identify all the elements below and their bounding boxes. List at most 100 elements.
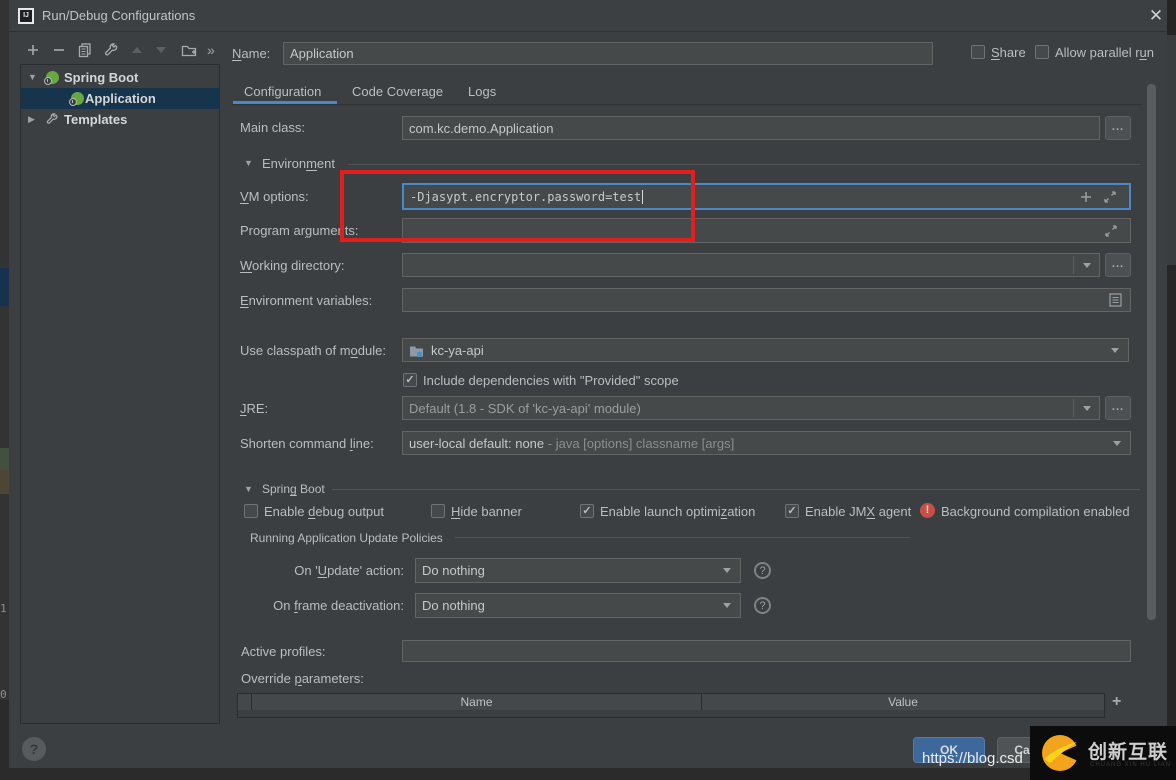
- chevron-down-icon[interactable]: ▼: [28, 72, 37, 82]
- add-icon[interactable]: [25, 42, 41, 58]
- table-body: [237, 710, 1105, 718]
- configurations-tree: ▼ Spring Boot Application ▶ Templates: [20, 64, 220, 724]
- enable-debug-output-label: Enable debug output: [264, 504, 385, 519]
- combo-divider: [1073, 256, 1074, 274]
- watermark-brand: 创新互联: [1088, 742, 1169, 763]
- section-rule: [455, 537, 910, 538]
- chevron-right-icon[interactable]: ▶: [28, 114, 35, 125]
- on-update-action-value: Do nothing: [422, 563, 485, 578]
- close-icon[interactable]: ✕: [1143, 5, 1169, 27]
- tree-item-spring-boot[interactable]: ▼ Spring Boot: [22, 67, 218, 88]
- active-profiles-label: Active profiles:: [241, 644, 326, 659]
- background-right-strip: [1167, 265, 1176, 780]
- allow-parallel-run-checkbox[interactable]: [1035, 45, 1049, 59]
- spring-boot-icon: [44, 71, 59, 85]
- tab-code-coverage[interactable]: Code Coverage: [352, 84, 443, 99]
- table-header-value[interactable]: Value: [701, 693, 1105, 711]
- add-parameter-icon[interactable]: +: [1112, 693, 1121, 711]
- active-profiles-input[interactable]: [402, 640, 1131, 662]
- main-class-input[interactable]: com.kc.demo.Application: [402, 116, 1100, 140]
- jre-value: Default (1.8 - SDK of 'kc-ya-api' module…: [409, 400, 641, 416]
- section-rule: [332, 489, 1140, 490]
- chevron-down-icon[interactable]: [1083, 406, 1091, 411]
- tree-item-label: Templates: [64, 112, 128, 127]
- environment-section-header[interactable]: Environment: [262, 156, 335, 171]
- name-input[interactable]: Application: [283, 42, 933, 65]
- hide-banner-checkbox[interactable]: [431, 504, 445, 518]
- background-left-strip: 1 0: [0, 0, 9, 780]
- edit-templates-icon[interactable]: [103, 42, 119, 58]
- module-combobox[interactable]: kc-ya-api: [402, 338, 1129, 362]
- vertical-scrollbar[interactable]: [1147, 84, 1156, 620]
- module-classpath-label: Use classpath of module:: [240, 343, 386, 358]
- on-frame-deactivation-combobox[interactable]: Do nothing: [415, 593, 741, 618]
- screen: 1 0 IJ Run/Debug Configurations ✕ » ▼ Sp…: [0, 0, 1176, 780]
- background-block: [0, 470, 9, 494]
- vm-options-label: VM options:: [240, 189, 309, 204]
- help-button[interactable]: ?: [22, 737, 46, 761]
- enable-jmx-agent-label: Enable JMX agent: [805, 504, 912, 519]
- jre-combobox[interactable]: Default (1.8 - SDK of 'kc-ya-api' module…: [402, 396, 1100, 420]
- main-class-browse-button[interactable]: ...: [1105, 116, 1131, 140]
- remove-icon[interactable]: [51, 42, 67, 58]
- working-directory-input[interactable]: [402, 253, 1100, 277]
- jre-browse-button[interactable]: ...: [1105, 396, 1131, 420]
- tab-configuration[interactable]: Configuration: [244, 84, 321, 99]
- background-block: [0, 700, 9, 780]
- chevron-down-icon[interactable]: [723, 603, 731, 608]
- expand-icon[interactable]: [1103, 190, 1117, 207]
- working-directory-label: Working directory:: [240, 258, 345, 273]
- tree-item-application[interactable]: Application: [21, 88, 219, 109]
- new-folder-icon[interactable]: [181, 42, 197, 58]
- chevron-down-icon[interactable]: ▼: [244, 158, 253, 168]
- jre-label: JRE:: [240, 401, 269, 416]
- table-header-selector: [237, 693, 252, 711]
- table-header-name[interactable]: Name: [251, 693, 702, 711]
- shorten-value-primary: user-local default: none: [409, 435, 545, 451]
- editor-line-number: 0: [0, 688, 7, 701]
- enable-launch-optimization-checkbox[interactable]: ✓: [580, 504, 594, 518]
- tab-logs[interactable]: Logs: [468, 84, 496, 99]
- chevron-down-icon[interactable]: [1111, 348, 1119, 353]
- name-value: Application: [290, 46, 354, 61]
- on-frame-deactivation-label: On frame deactivation:: [273, 598, 404, 613]
- browse-list-icon[interactable]: [1109, 293, 1122, 310]
- wrench-icon: [45, 112, 59, 129]
- watermark-subtitle: CHUANG XIN HU LIAN: [1090, 762, 1172, 768]
- chevron-down-icon[interactable]: ▼: [244, 484, 253, 494]
- copy-icon[interactable]: [77, 42, 93, 58]
- annotation-red-box: [340, 170, 695, 242]
- help-icon[interactable]: ?: [754, 597, 771, 614]
- chevron-down-icon[interactable]: [1083, 263, 1091, 268]
- help-icon[interactable]: ?: [754, 562, 771, 579]
- environment-variables-label: Environment variables:: [240, 293, 373, 308]
- on-frame-deactivation-value: Do nothing: [422, 598, 485, 613]
- tab-separator: [232, 104, 1143, 105]
- on-update-action-label: On 'Update' action:: [294, 563, 404, 578]
- chevron-down-icon[interactable]: [723, 568, 731, 573]
- environment-variables-input[interactable]: [402, 288, 1131, 312]
- more-icon[interactable]: »: [207, 42, 223, 58]
- move-up-icon[interactable]: [129, 42, 145, 58]
- watermark-logo-icon: [1040, 733, 1080, 778]
- intellij-logo-icon: IJ: [18, 8, 34, 24]
- move-down-icon[interactable]: [153, 42, 169, 58]
- chevron-down-icon[interactable]: [1113, 441, 1121, 446]
- watermark-url: https://blog.csd: [922, 750, 1023, 767]
- tree-item-label: Application: [85, 91, 156, 106]
- provided-scope-checkbox[interactable]: ✓: [403, 373, 417, 387]
- enable-debug-output-checkbox[interactable]: [244, 504, 258, 518]
- add-icon[interactable]: [1079, 190, 1093, 207]
- module-value: kc-ya-api: [431, 342, 484, 358]
- working-directory-browse-button[interactable]: ...: [1105, 253, 1131, 277]
- share-checkbox[interactable]: [971, 45, 985, 59]
- expand-icon[interactable]: [1104, 224, 1118, 241]
- module-icon: [409, 344, 424, 357]
- spring-boot-section-header[interactable]: Spring Boot: [262, 482, 325, 496]
- share-label: Share: [991, 45, 1026, 60]
- enable-jmx-agent-checkbox[interactable]: ✓: [785, 504, 799, 518]
- override-parameters-label: Override parameters:: [241, 671, 364, 686]
- tree-item-templates[interactable]: ▶ Templates: [22, 109, 218, 130]
- shorten-command-line-combobox[interactable]: user-local default: none - java [options…: [402, 431, 1131, 455]
- on-update-action-combobox[interactable]: Do nothing: [415, 558, 741, 583]
